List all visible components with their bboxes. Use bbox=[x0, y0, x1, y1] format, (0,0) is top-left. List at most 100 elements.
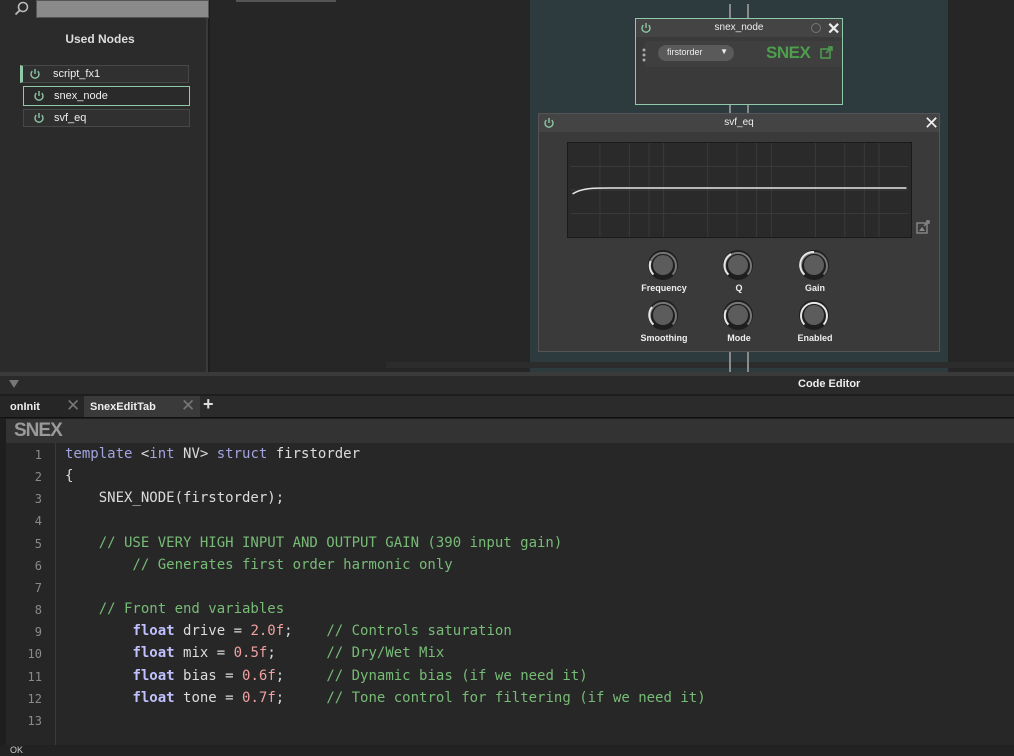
close-icon[interactable]: ✕ bbox=[66, 396, 80, 416]
image-icon[interactable] bbox=[916, 220, 930, 234]
class-selector-value: firstorder bbox=[667, 47, 703, 57]
code-line[interactable]: 3 SNEX_NODE(firstorder); bbox=[6, 489, 1006, 511]
enabled-knob[interactable]: Enabled bbox=[785, 298, 845, 344]
code-text: tone = bbox=[174, 690, 243, 706]
code-line[interactable]: 12 float tone = 0.7f; // Tone control fo… bbox=[6, 689, 1006, 711]
knob-icon[interactable] bbox=[646, 298, 680, 332]
search-icon bbox=[14, 1, 29, 16]
cable-mid-left bbox=[729, 105, 731, 113]
node-item-label: script_fx1 bbox=[53, 68, 101, 80]
class-selector[interactable]: firstorder ▼ bbox=[658, 45, 734, 61]
used-nodes-title: Used Nodes bbox=[65, 32, 135, 46]
add-tab-button[interactable]: + bbox=[203, 394, 214, 415]
code-text: ; bbox=[275, 668, 327, 684]
node-list-panel: Used Nodes script_fx1 snex_node svf_eq bbox=[0, 0, 209, 372]
snex-node-header[interactable]: snex_node ✕ bbox=[636, 19, 842, 39]
code-line[interactable]: 7 bbox=[6, 578, 1006, 600]
code-line[interactable]: 11 float bias = 0.6f; // Dynamic bias (i… bbox=[6, 667, 1006, 689]
close-icon[interactable]: ✕ bbox=[181, 396, 195, 416]
filter-response-graph bbox=[567, 142, 912, 238]
code-line[interactable]: 4 bbox=[6, 511, 1006, 533]
cable-mid-right bbox=[747, 105, 749, 113]
code-text: bias = bbox=[174, 668, 243, 684]
line-number: 9 bbox=[34, 625, 42, 639]
code-editor[interactable]: 1 template <int NV> struct firstorder 2 … bbox=[6, 443, 1014, 745]
node-item-svf-eq[interactable]: svf_eq bbox=[23, 109, 190, 127]
line-number: 10 bbox=[27, 647, 42, 661]
node-item-script-fx1[interactable]: script_fx1 bbox=[20, 65, 189, 83]
code-comment: // Controls saturation bbox=[326, 623, 512, 639]
q-knob[interactable]: Q bbox=[709, 248, 769, 294]
knob-icon[interactable] bbox=[646, 248, 680, 282]
knob-icon[interactable] bbox=[721, 298, 755, 332]
line-number: 6 bbox=[34, 559, 42, 573]
bypass-icon[interactable] bbox=[811, 23, 821, 33]
code-comment: // Tone control for filtering (if we nee… bbox=[326, 690, 706, 706]
gain-knob[interactable]: Gain bbox=[785, 248, 845, 294]
collapse-icon[interactable] bbox=[9, 379, 19, 389]
code-line[interactable]: 13 bbox=[6, 711, 1006, 733]
node-item-snex-node[interactable]: snex_node bbox=[23, 86, 190, 106]
code-text: firstorder bbox=[267, 446, 361, 462]
svf-eq-header[interactable]: svf_eq ✕ bbox=[539, 113, 939, 134]
power-icon[interactable] bbox=[33, 90, 45, 102]
tab-label: onInit bbox=[10, 401, 40, 413]
code-number: 0.6f bbox=[242, 668, 276, 684]
status-text: OK bbox=[10, 745, 24, 755]
code-line[interactable]: 10 float mix = 0.5f; // Dry/Wet Mix bbox=[6, 644, 1006, 666]
code-line[interactable]: 2 { bbox=[6, 467, 1006, 489]
editor-title: Code Editor bbox=[798, 378, 861, 390]
code-comment: // Front end variables bbox=[65, 601, 285, 617]
tab-oninit[interactable]: onInit ✕ bbox=[0, 396, 86, 417]
code-comment: // USE VERY HIGH INPUT AND OUTPUT GAIN (… bbox=[65, 535, 563, 551]
code-text: ; bbox=[275, 690, 327, 706]
line-number: 3 bbox=[34, 492, 42, 506]
knob-icon[interactable] bbox=[797, 298, 831, 332]
editor-tab-bar: onInit ✕ SnexEditTab ✕ + bbox=[0, 394, 1014, 418]
code-line[interactable]: 6 // Generates first order harmonic only bbox=[6, 556, 1006, 578]
code-comment: // Dry/Wet Mix bbox=[326, 645, 445, 661]
line-number: 2 bbox=[34, 470, 42, 484]
search-input[interactable] bbox=[36, 0, 209, 18]
editor-header bbox=[0, 376, 1014, 394]
svf-eq-panel[interactable]: svf_eq ✕ Frequency Q Gain Smoothing Mode… bbox=[538, 113, 940, 352]
smoothing-knob[interactable]: Smoothing bbox=[634, 298, 694, 344]
cable-in-right bbox=[747, 4, 749, 18]
line-number: 1 bbox=[34, 448, 42, 462]
external-edit-icon[interactable] bbox=[820, 46, 833, 59]
line-number: 13 bbox=[27, 714, 42, 728]
code-text: { bbox=[65, 468, 74, 484]
knob-icon[interactable] bbox=[797, 248, 831, 282]
line-number: 5 bbox=[34, 537, 42, 551]
node-item-label: svf_eq bbox=[54, 112, 87, 124]
close-icon[interactable]: ✕ bbox=[827, 19, 840, 39]
knob-icon[interactable] bbox=[721, 248, 755, 282]
tab-snexedittab[interactable]: SnexEditTab ✕ bbox=[84, 396, 200, 417]
cable-out-left bbox=[729, 352, 731, 372]
frequency-knob[interactable]: Frequency bbox=[634, 248, 694, 294]
code-text: < bbox=[132, 446, 150, 462]
code-line[interactable]: 1 template <int NV> struct firstorder bbox=[6, 445, 1006, 467]
code-comment: // Generates first order harmonic only bbox=[65, 557, 453, 573]
code-number: 0.5f bbox=[233, 645, 268, 661]
status-bar: OK bbox=[0, 745, 1014, 756]
keyword: float bbox=[132, 645, 175, 661]
power-icon[interactable] bbox=[29, 68, 41, 80]
knob-label: Enabled bbox=[797, 333, 833, 343]
keyword: struct bbox=[216, 446, 268, 462]
code-line[interactable]: 9 float drive = 2.0f; // Controls satura… bbox=[6, 622, 1006, 644]
power-icon[interactable] bbox=[33, 112, 45, 124]
code-line[interactable]: 8 // Front end variables bbox=[6, 600, 1006, 622]
snex-node-panel[interactable]: snex_node ✕ firstorder ▼ SNEX bbox=[635, 18, 843, 105]
drag-handle-icon[interactable] bbox=[642, 48, 646, 62]
code-text: SNEX_NODE(firstorder); bbox=[65, 490, 285, 506]
code-number: 2.0f bbox=[250, 623, 285, 639]
canvas-scrollbar[interactable] bbox=[386, 362, 1014, 368]
mode-knob[interactable]: Mode bbox=[709, 298, 769, 344]
line-number: 11 bbox=[27, 670, 42, 684]
snex-logo: SNEX bbox=[14, 420, 63, 441]
node-item-label: snex_node bbox=[54, 90, 108, 102]
close-icon[interactable]: ✕ bbox=[924, 113, 939, 134]
svf-eq-title: svf_eq bbox=[724, 117, 754, 128]
code-line[interactable]: 5 // USE VERY HIGH INPUT AND OUTPUT GAIN… bbox=[6, 534, 1006, 556]
